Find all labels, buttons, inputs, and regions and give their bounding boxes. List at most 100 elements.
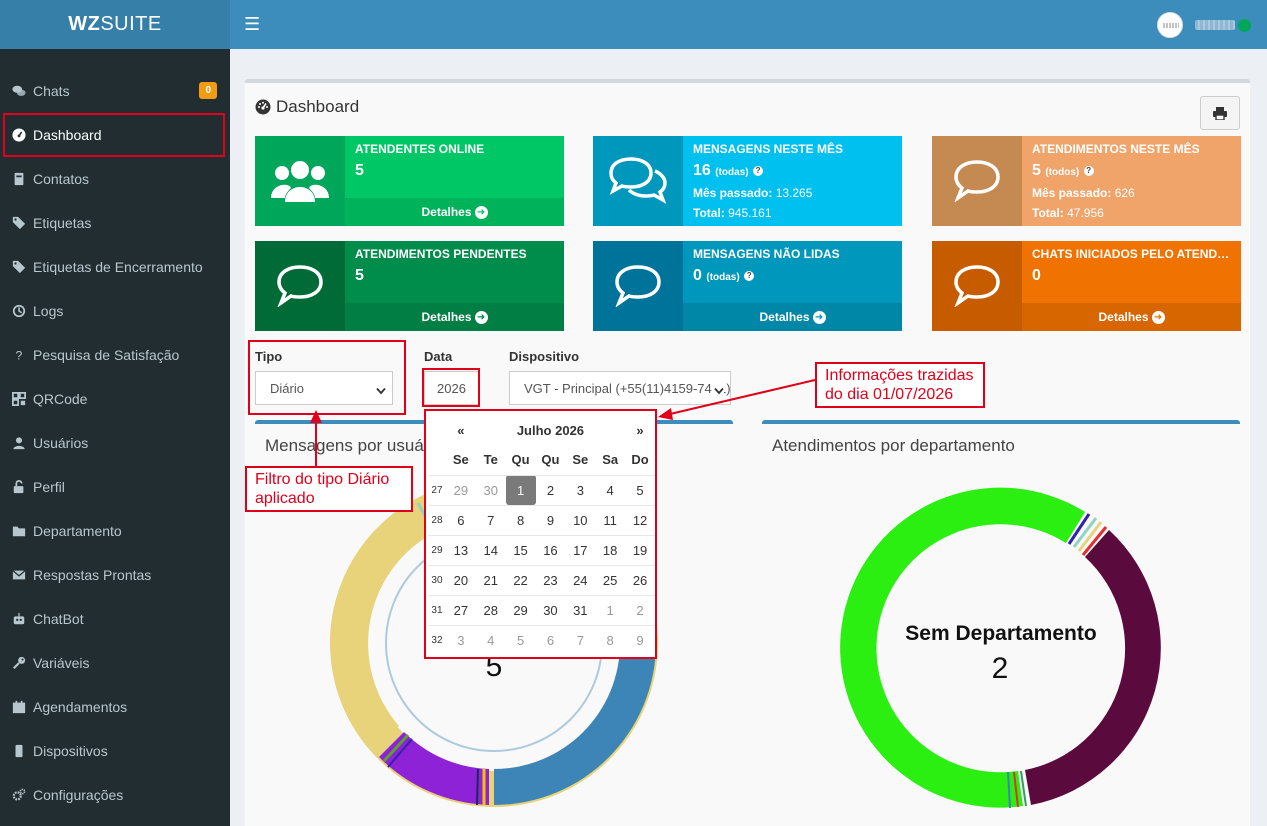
help-icon[interactable]: ?	[753, 165, 764, 176]
calendar-day[interactable]: 26	[625, 564, 655, 595]
annotation-info-line2: do dia 01/07/2026	[825, 386, 954, 403]
calendar-day[interactable]: 16	[535, 534, 566, 565]
card-title: Atendimentos neste mês	[1032, 142, 1200, 156]
sidebar-item-label: Logs	[33, 303, 64, 319]
calendar-next-button[interactable]: »	[625, 415, 655, 445]
calendar-day[interactable]: 17	[565, 534, 596, 565]
calendar-day[interactable]: 4	[475, 624, 506, 655]
calendar-day[interactable]: 3	[565, 474, 596, 505]
calendar-day[interactable]: 3	[445, 624, 476, 655]
help-icon[interactable]: ?	[744, 270, 755, 281]
sidebar-item-variaveis[interactable]: Variáveis	[0, 641, 230, 685]
sidebar-item-contatos[interactable]: Contatos	[0, 157, 230, 201]
calendar-day[interactable]: 8	[505, 504, 536, 535]
calendar-day[interactable]: 22	[505, 564, 536, 595]
sidebar-item-etiquetas-de-encerramento[interactable]: Etiquetas de Encerramento	[0, 245, 230, 289]
annotation-filter-line2: aplicado	[255, 490, 315, 507]
calendar-day-selected[interactable]: 1	[505, 474, 536, 505]
calendar-day[interactable]: 19	[625, 534, 655, 565]
card-details-link[interactable]: Detalhes ➜	[683, 303, 902, 331]
page-title: Dashboard	[255, 97, 359, 117]
sidebar-item-label: ChatBot	[33, 611, 84, 627]
calendar-day[interactable]: 7	[565, 624, 596, 655]
card-line1-label: Mês passado:	[693, 186, 773, 200]
app-logo[interactable]: WZ SUITE	[0, 0, 230, 49]
calendar-day[interactable]: 6	[445, 504, 476, 535]
avatar[interactable]	[1157, 12, 1183, 38]
calendar-day[interactable]: 15	[505, 534, 536, 565]
calendar-month-title[interactable]: Julho 2026	[476, 415, 625, 445]
card-number-note: (todas)	[706, 272, 740, 283]
calendar-day[interactable]: 11	[595, 504, 626, 535]
sidebar-item-perfil[interactable]: Perfil	[0, 465, 230, 509]
dispositivo-select[interactable]: VGT - Principal (+55(11)4159-7421)	[509, 371, 731, 405]
calendar-day[interactable]: 5	[625, 474, 655, 505]
calendar-week-number: 27	[428, 474, 446, 505]
users-icon	[255, 136, 345, 226]
calendar-day[interactable]: 6	[535, 624, 566, 655]
calendar-day[interactable]: 28	[475, 594, 506, 625]
calendar-day[interactable]: 4	[595, 474, 626, 505]
calendar-day[interactable]: 23	[535, 564, 566, 595]
calendar-day[interactable]: 13	[445, 534, 476, 565]
calendar-day[interactable]: 10	[565, 504, 596, 535]
calendar-day[interactable]: 18	[595, 534, 626, 565]
info-card-1: Atendentes online 5 Detalhes ➜	[255, 136, 564, 226]
calendar-day[interactable]: 20	[445, 564, 476, 595]
user-name-redacted	[1195, 20, 1235, 30]
calendar-day[interactable]: 29	[445, 474, 476, 505]
calendar-day[interactable]: 8	[595, 624, 626, 655]
calendar-day[interactable]: 9	[625, 624, 655, 655]
calendar-day[interactable]: 5	[505, 624, 536, 655]
help-icon[interactable]: ?	[1083, 165, 1094, 176]
calendar-day[interactable]: 21	[475, 564, 506, 595]
card-details-label: Detalhes	[421, 205, 472, 219]
sidebar-item-chats[interactable]: Chats 0	[0, 69, 230, 113]
card-number-value: 5	[355, 267, 364, 284]
calendar-weekday: Qu	[511, 452, 530, 468]
sidebar-item-pesquisa-de-satisfacao[interactable]: ? Pesquisa de Satisfação	[0, 333, 230, 377]
card-number: 0 (todas) ?	[693, 267, 755, 285]
calendar-day[interactable]: 7	[475, 504, 506, 535]
menu-toggle-icon[interactable]: ☰	[244, 14, 260, 35]
calendar-day[interactable]: 14	[475, 534, 506, 565]
sidebar-item-agendamentos[interactable]: Agendamentos	[0, 685, 230, 729]
calendar-day[interactable]: 2	[535, 474, 566, 505]
sidebar-item-respostas-prontas[interactable]: Respostas Prontas	[0, 553, 230, 597]
calendar-day[interactable]: 9	[535, 504, 566, 535]
calendar-prev-button[interactable]: «	[446, 415, 476, 445]
sidebar-item-dispositivos[interactable]: Dispositivos	[0, 729, 230, 773]
sidebar-item-chatbot[interactable]: ChatBot	[0, 597, 230, 641]
sidebar-item-qrcode[interactable]: QRCode	[0, 377, 230, 421]
calendar-day[interactable]: 24	[565, 564, 596, 595]
calendar-day[interactable]: 27	[445, 594, 476, 625]
sidebar-item-dashboard[interactable]: Dashboard	[0, 113, 230, 157]
user-menu[interactable]	[1157, 12, 1251, 38]
calendar-day[interactable]: 29	[505, 594, 536, 625]
card-number: 5	[355, 162, 364, 180]
card-details-link[interactable]: Detalhes ➜	[345, 303, 564, 331]
calendar-day[interactable]: 30	[475, 474, 506, 505]
calendar-day[interactable]: 30	[535, 594, 566, 625]
card-details-link[interactable]: Detalhes ➜	[1022, 303, 1241, 331]
sidebar-item-usuarios[interactable]: Usuários	[0, 421, 230, 465]
sidebar-item-departamento[interactable]: Departamento	[0, 509, 230, 553]
print-button[interactable]	[1200, 96, 1240, 130]
comments-icon	[593, 136, 683, 226]
card-number-value: 0	[1032, 267, 1041, 284]
calendar-day[interactable]: 31	[565, 594, 596, 625]
arrow-circle-right-icon: ➜	[474, 310, 488, 324]
online-status-icon	[1238, 18, 1251, 32]
info-card-2: Mensagens neste mês 16 (todas) ? Mês pass…	[593, 136, 902, 226]
datepicker-popup: « Julho 2026 » Se Te Qu Qu Se Sa Do 27 29 30 1 2 3 4 5…	[424, 409, 657, 659]
sidebar-item-label: Departamento	[33, 523, 122, 539]
sidebar-item-etiquetas[interactable]: Etiquetas	[0, 201, 230, 245]
calendar-day[interactable]: 25	[595, 564, 626, 595]
calendar-day[interactable]: 2	[625, 594, 655, 625]
card-details-link[interactable]: Detalhes ➜	[345, 198, 564, 226]
calendar-day[interactable]: 1	[595, 594, 626, 625]
card-line1-value: 626	[1114, 186, 1135, 200]
sidebar-item-configuracoes[interactable]: Configurações	[0, 773, 230, 817]
sidebar-item-logs[interactable]: Logs	[0, 289, 230, 333]
calendar-day[interactable]: 12	[625, 504, 655, 535]
